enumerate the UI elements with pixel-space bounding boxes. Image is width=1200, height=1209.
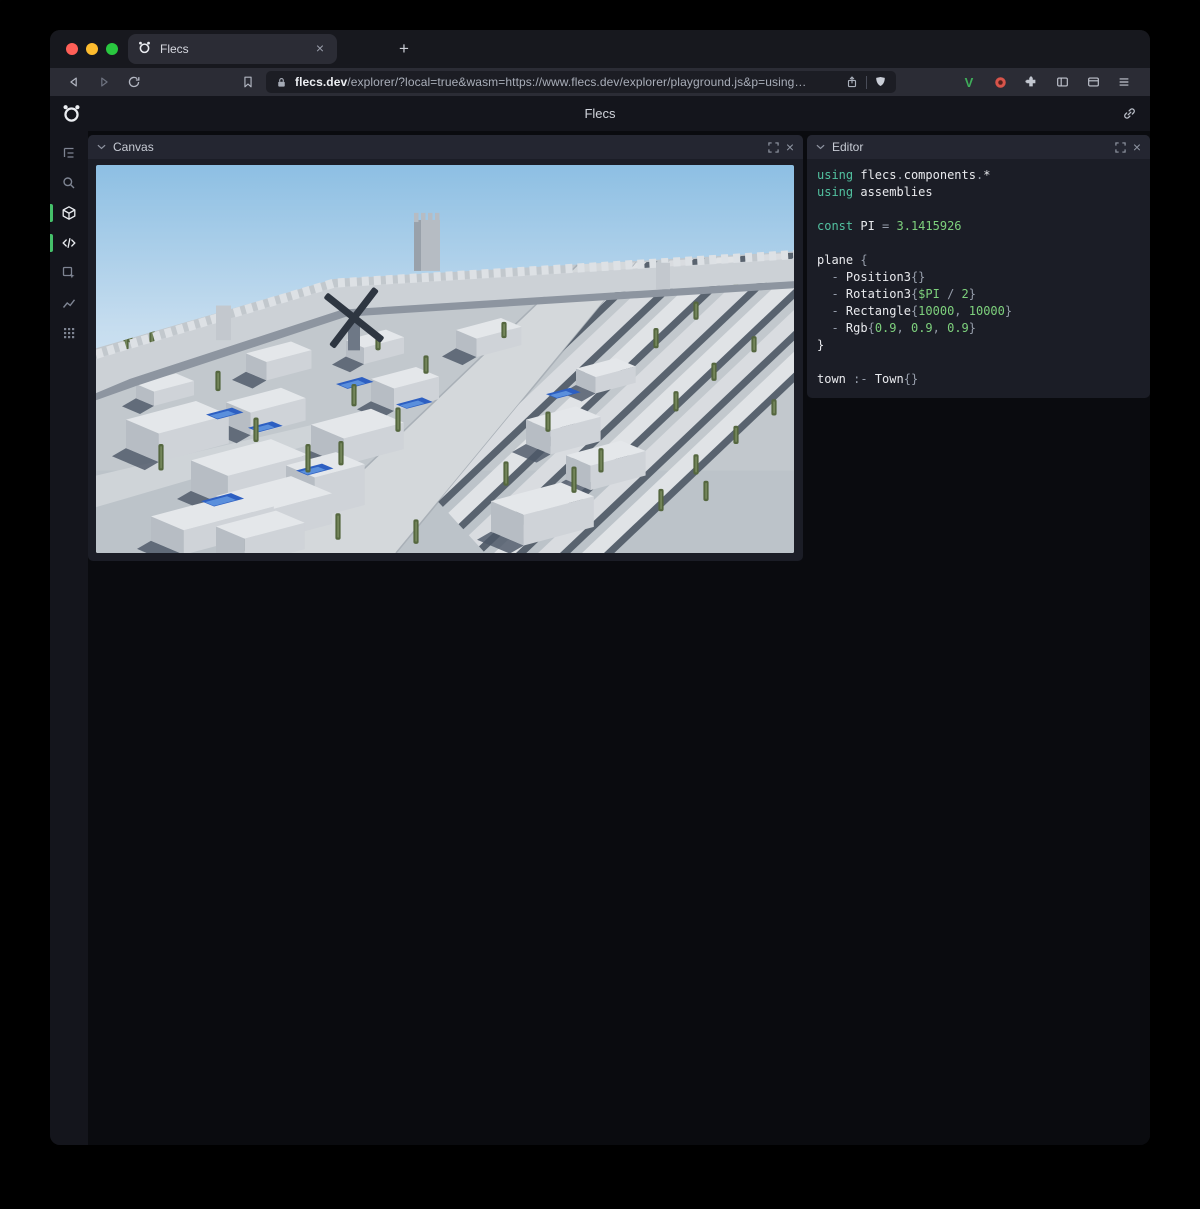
code-line: plane { xyxy=(817,252,1140,269)
flecs-favicon-icon xyxy=(137,40,152,58)
canvas-close-icon[interactable]: × xyxy=(786,140,794,154)
share-link-icon[interactable] xyxy=(1122,106,1137,121)
rail-item-code[interactable] xyxy=(50,228,88,258)
screen-background: Flecs × + flecs.dev/explore xyxy=(0,0,1200,1209)
browser-toolbar: flecs.dev/explorer/?local=true&wasm=http… xyxy=(50,68,1150,96)
stats-icon xyxy=(61,295,77,311)
code-line: - Rgb{0.9, 0.9, 0.9} xyxy=(817,320,1140,337)
canvas-panel-header: Canvas × xyxy=(88,135,803,159)
tree-icon xyxy=(61,145,77,161)
flecs-logo-icon xyxy=(61,103,82,124)
extension-recorder-icon[interactable] xyxy=(990,72,1010,92)
editor-close-icon[interactable]: × xyxy=(1133,140,1141,154)
rail-item-search[interactable] xyxy=(50,168,88,198)
tab-close-icon[interactable]: × xyxy=(312,41,328,57)
brave-shield-icon[interactable] xyxy=(874,75,887,89)
table-icon xyxy=(61,325,77,341)
app-body: Canvas × xyxy=(50,131,1150,1145)
urlbar-divider xyxy=(866,76,867,89)
extensions-cluster: V xyxy=(959,72,1138,92)
url-text: flecs.dev/explorer/?local=true&wasm=http… xyxy=(295,75,838,89)
forward-button[interactable] xyxy=(92,71,116,93)
inspect-icon xyxy=(61,265,77,281)
code-line xyxy=(817,354,1140,371)
sidebar-toggle-icon[interactable] xyxy=(1052,72,1072,92)
code-line xyxy=(817,235,1140,252)
new-tab-button[interactable]: + xyxy=(391,36,417,62)
minimize-window-button[interactable] xyxy=(86,43,98,55)
rail-item-table[interactable] xyxy=(50,318,88,348)
code-line: - Rotation3{$PI / 2} xyxy=(817,286,1140,303)
close-window-button[interactable] xyxy=(66,43,78,55)
lock-icon xyxy=(275,76,288,89)
canvas-3d-scene[interactable] xyxy=(96,165,794,553)
app-title: Flecs xyxy=(50,106,1150,121)
code-line: town :- Town{} xyxy=(817,371,1140,388)
card-panel-icon[interactable] xyxy=(1083,72,1103,92)
editor-panel-title: Editor xyxy=(832,140,863,154)
rail-item-stats[interactable] xyxy=(50,288,88,318)
code-line: const PI = 3.1415926 xyxy=(817,218,1140,235)
canvas-panel: Canvas × xyxy=(88,135,803,561)
bookmark-button[interactable] xyxy=(236,71,260,93)
left-icon-rail xyxy=(50,131,88,1145)
code-editor[interactable]: using flecs.components.*using assemblies… xyxy=(807,159,1150,398)
browser-tabbar: Flecs × + xyxy=(50,30,1150,68)
code-line: using flecs.components.* xyxy=(817,167,1140,184)
url-path: /explorer/?local=true&wasm=https://www.f… xyxy=(347,75,806,89)
url-domain: flecs.dev xyxy=(295,75,347,89)
code-icon xyxy=(61,235,77,251)
editor-collapse-chevron-icon[interactable] xyxy=(816,144,825,150)
editor-panel-header: Editor × xyxy=(807,135,1150,159)
menu-icon[interactable] xyxy=(1114,72,1134,92)
rail-item-entities-tree[interactable] xyxy=(50,138,88,168)
canvas-viewport[interactable] xyxy=(96,165,794,553)
code-line: } xyxy=(817,337,1140,354)
share-icon[interactable] xyxy=(845,75,859,89)
back-button[interactable] xyxy=(62,71,86,93)
browser-window: Flecs × + flecs.dev/explore xyxy=(50,30,1150,1145)
extension-v-icon[interactable]: V xyxy=(959,72,979,92)
tab-flecs[interactable]: Flecs × xyxy=(128,34,337,64)
traffic-lights xyxy=(66,43,118,55)
rail-item-inspect[interactable] xyxy=(50,258,88,288)
rail-item-canvas[interactable] xyxy=(50,198,88,228)
code-line xyxy=(817,201,1140,218)
main-area: Canvas × xyxy=(88,131,1150,1145)
editor-expand-icon[interactable] xyxy=(1115,142,1126,153)
zoom-window-button[interactable] xyxy=(106,43,118,55)
editor-panel: Editor × using flecs.components.*using a… xyxy=(807,135,1150,398)
code-line: - Rectangle{10000, 10000} xyxy=(817,303,1140,320)
flecs-explorer-app: Flecs xyxy=(50,96,1150,1145)
cube-icon xyxy=(61,205,77,221)
extensions-puzzle-icon[interactable] xyxy=(1021,72,1041,92)
canvas-expand-icon[interactable] xyxy=(768,142,779,153)
reload-button[interactable] xyxy=(122,71,146,93)
canvas-collapse-chevron-icon[interactable] xyxy=(97,144,106,150)
canvas-panel-title: Canvas xyxy=(113,140,154,154)
url-bar[interactable]: flecs.dev/explorer/?local=true&wasm=http… xyxy=(266,71,896,93)
search-icon xyxy=(61,175,77,191)
tab-title: Flecs xyxy=(160,42,304,56)
code-line: - Position3{} xyxy=(817,269,1140,286)
app-header: Flecs xyxy=(50,96,1150,131)
code-line: using assemblies xyxy=(817,184,1140,201)
